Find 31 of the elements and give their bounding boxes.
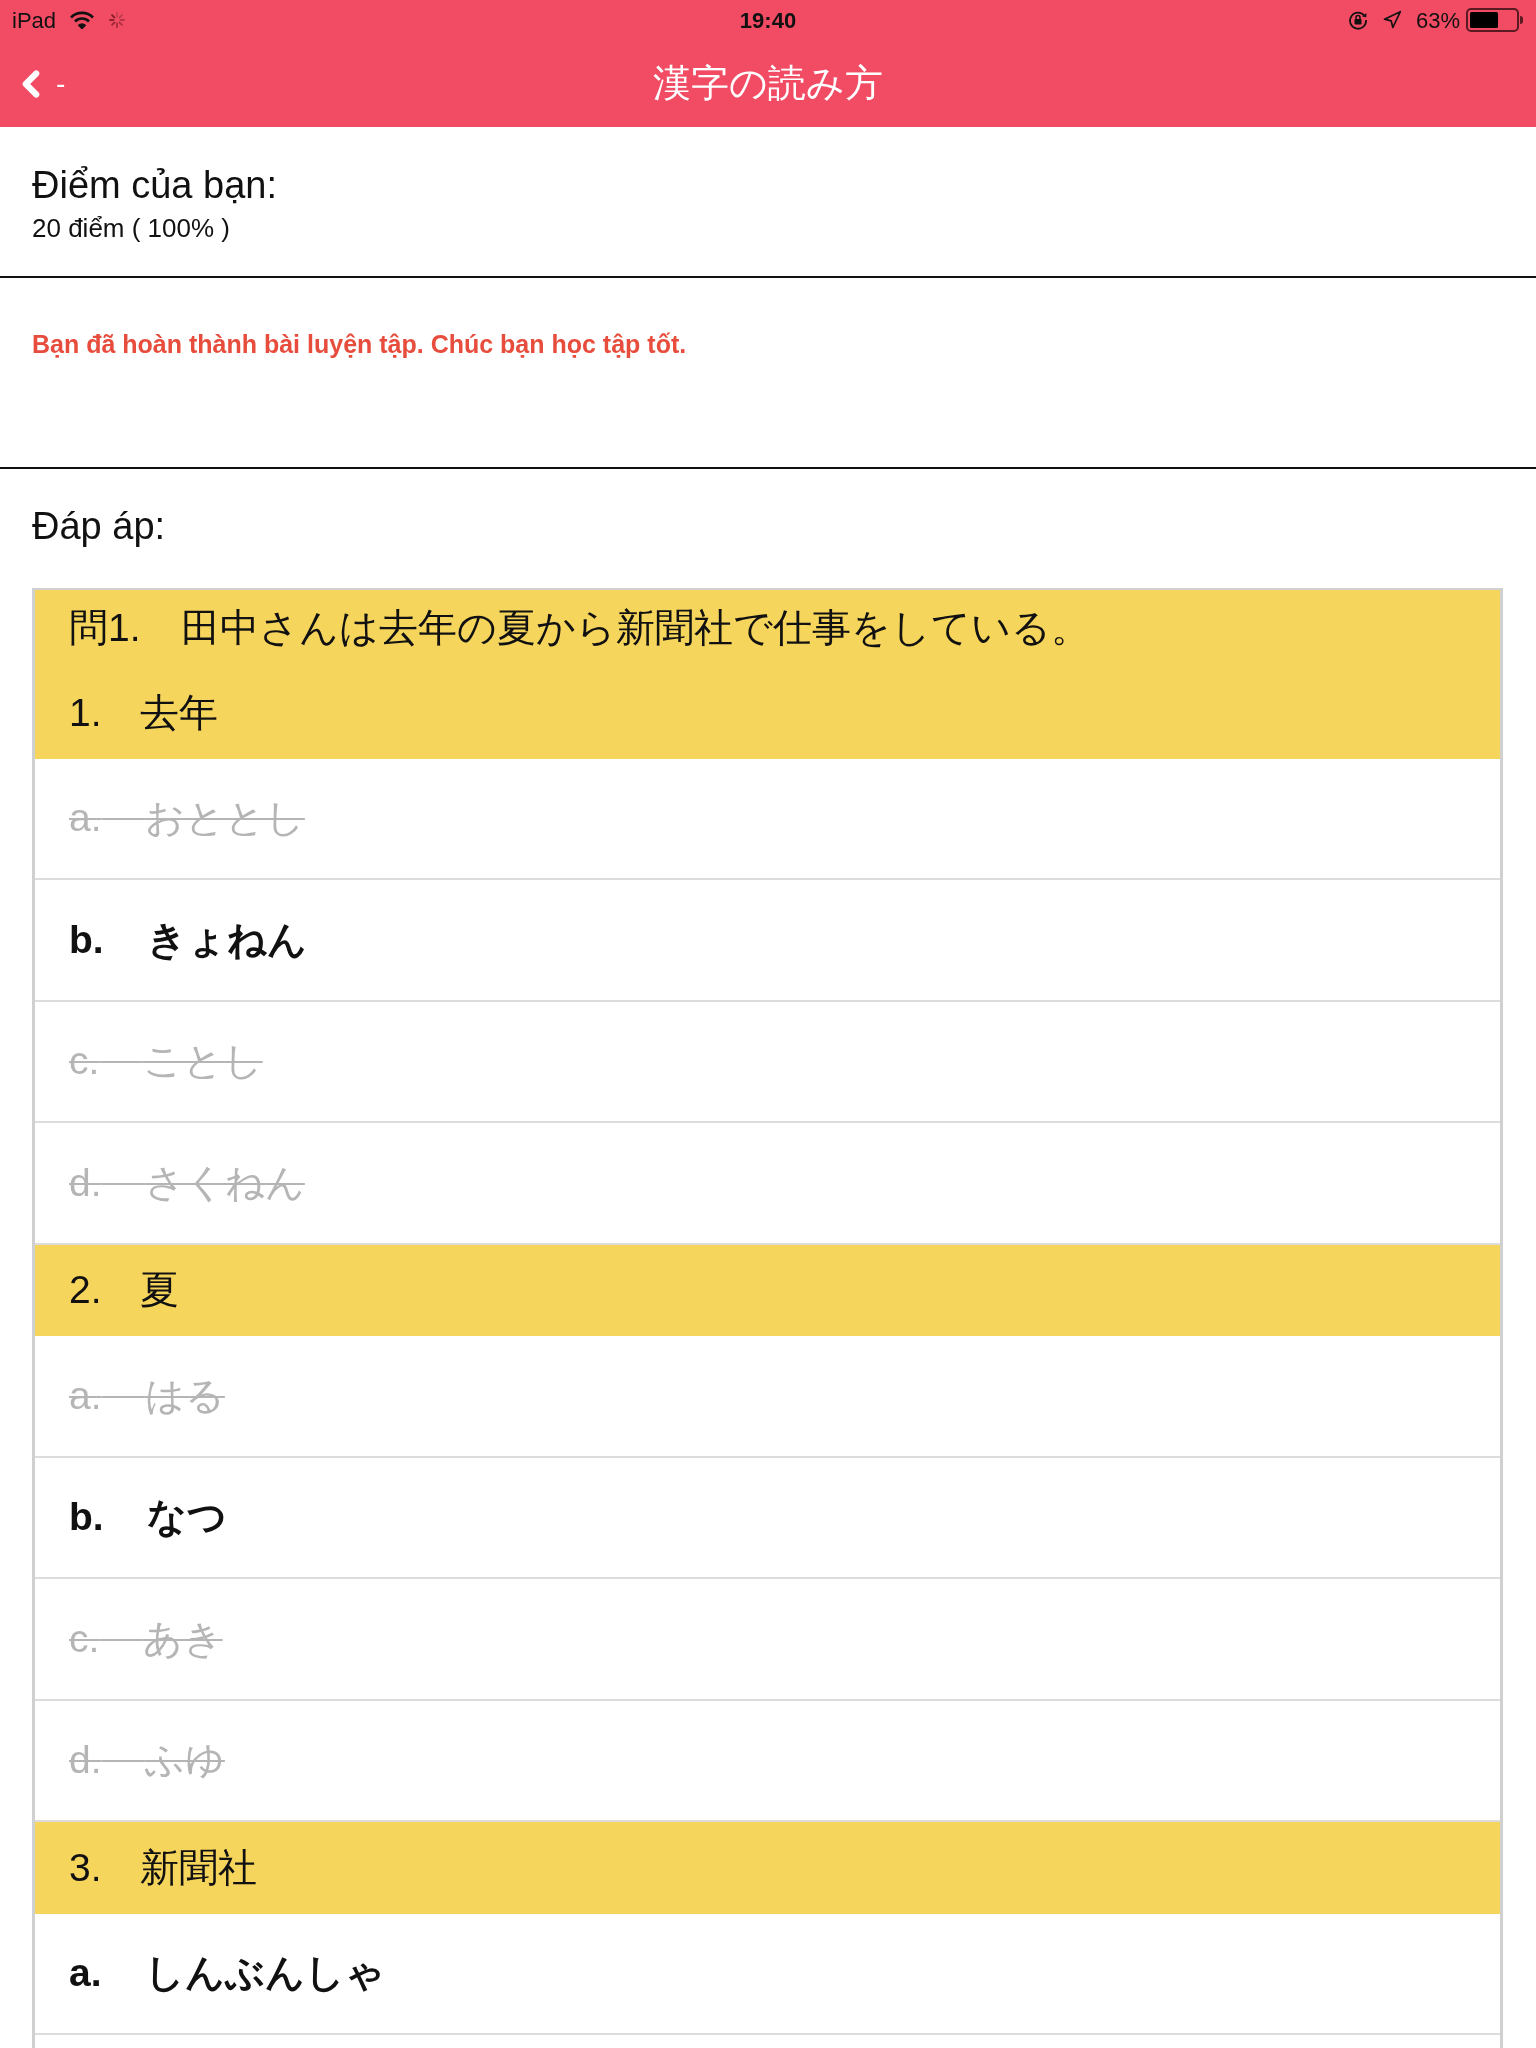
device-name: iPad — [12, 6, 57, 35]
answer-text: a. はる — [69, 1372, 225, 1419]
answer-text: b. きょねん — [69, 916, 307, 963]
item-number: 3. — [69, 1844, 102, 1891]
location-arrow-icon — [1381, 10, 1402, 30]
answer-text: c. ことし — [69, 1038, 263, 1084]
answer-text: d. さくねん — [69, 1159, 305, 1206]
completion-message: Bạn đã hoàn thành bài luyện tập. Chúc bạn học tập tốt. — [32, 329, 688, 359]
answer-text: c. あき — [69, 1615, 223, 1662]
score-label: Điểm của bạn: — [32, 163, 278, 208]
wifi-icon — [70, 11, 95, 29]
item-word: 夏 — [139, 1267, 179, 1313]
item-word: 新聞社 — [139, 1844, 257, 1891]
question-number: 問1. — [69, 605, 141, 652]
screen-title: 漢字の読み方 — [653, 61, 883, 106]
answer-text: d. ふゆ — [69, 1737, 225, 1783]
item-word: 去年 — [139, 689, 218, 736]
back-button[interactable]: - — [0, 62, 72, 105]
battery-icon — [1466, 8, 1524, 32]
activity-spinner-icon — [108, 11, 127, 29]
score-value: 20 điểm ( 100% ) — [32, 212, 231, 244]
battery-percent: 63% — [1415, 6, 1460, 35]
item-number: 1. — [69, 689, 102, 736]
answers-heading: Đáp áp: — [32, 504, 167, 549]
answer-text: a. しんぶんしゃ — [69, 1950, 385, 1996]
clock-time: 19:40 — [739, 6, 797, 35]
answer-text: b. なつ — [69, 1494, 227, 1540]
answer-text: a. おととし — [69, 795, 305, 841]
question-text: 田中さんは去年の夏から新聞社で仕事をしている。 — [180, 605, 1090, 652]
rotation-lock-icon — [1347, 10, 1368, 30]
item-number: 2. — [69, 1267, 102, 1313]
